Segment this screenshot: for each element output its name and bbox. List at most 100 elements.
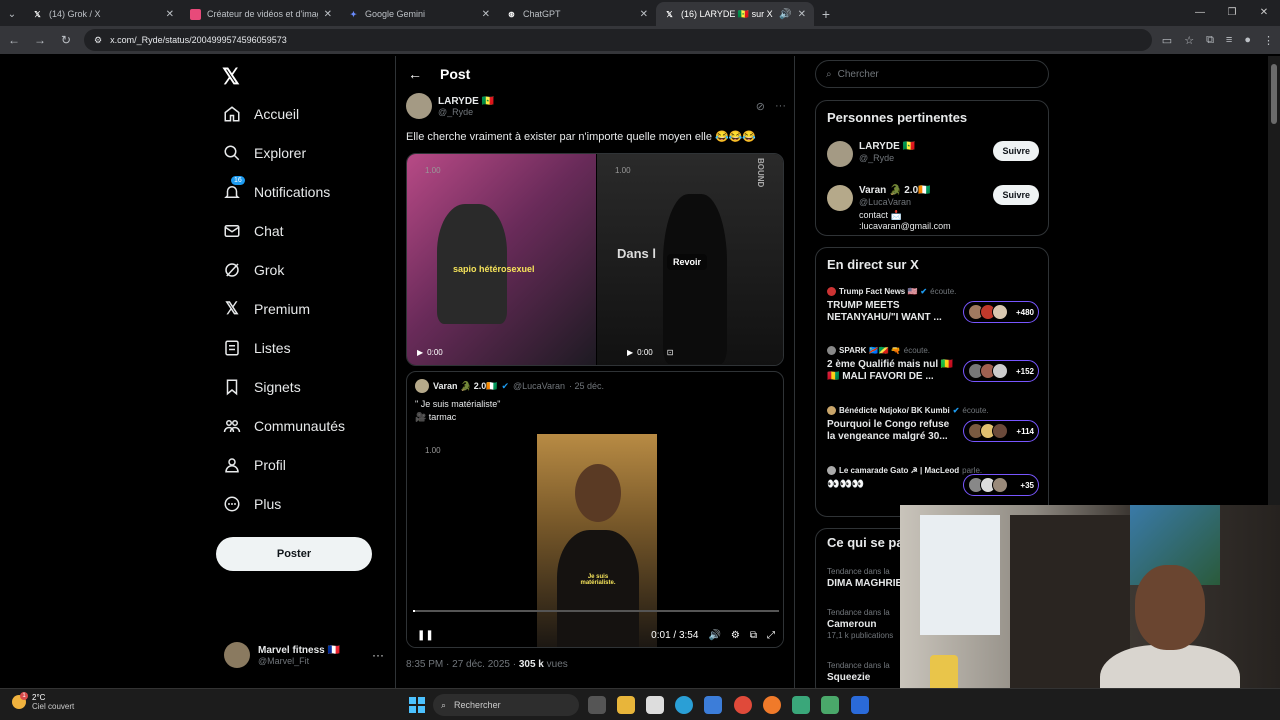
- play-icon[interactable]: ▶: [417, 348, 423, 357]
- x-logo-icon[interactable]: 𝕏: [222, 64, 240, 90]
- person-row[interactable]: LARYDE 🇸🇳 @_Ryde Suivre: [827, 141, 1039, 167]
- settings-icon[interactable]: ⚙: [731, 630, 740, 641]
- restore-icon[interactable]: ❐: [1216, 0, 1248, 26]
- chrome-icon[interactable]: [734, 696, 752, 714]
- nav-item-plus[interactable]: Plus: [222, 494, 281, 514]
- more-icon[interactable]: ···: [372, 648, 384, 662]
- trend-item[interactable]: Tendance dans la DIMA MAGHRIB: [827, 567, 903, 589]
- nav-item-chat[interactable]: Chat: [222, 221, 284, 241]
- avatar[interactable]: [406, 93, 432, 119]
- account-switcher[interactable]: Marvel fitness 🇫🇷 @Marvel_Fit ···: [224, 642, 384, 668]
- listeners-pill[interactable]: +152: [963, 360, 1039, 382]
- nav-item-explorer[interactable]: Explorer: [222, 143, 306, 163]
- trend-item[interactable]: Tendance dans la Cameroun 17,1 k publica…: [827, 608, 893, 640]
- volume-icon[interactable]: 🔊: [708, 630, 720, 641]
- menu-icon[interactable]: ⋮: [1263, 34, 1274, 47]
- fullscreen-icon[interactable]: ⤢: [767, 630, 775, 641]
- video-player[interactable]: 1.00 sapio hétérosexuel ▶ 0:00: [407, 154, 596, 365]
- close-icon[interactable]: ✕: [324, 9, 332, 20]
- live-space-item[interactable]: SPARK 🇨🇩🇨🇬 🔫 écoute. 2 ème Qualifié mais …: [827, 346, 1039, 383]
- post-timestamp[interactable]: 8:35 PM · 27 déc. 2025 ·: [406, 659, 519, 670]
- browser-tab[interactable]: Créateur de vidéos et d'images ✕: [182, 2, 340, 26]
- new-tab-button[interactable]: +: [814, 2, 838, 26]
- post-button[interactable]: Poster: [216, 537, 372, 571]
- tab-search-button[interactable]: ⌄: [0, 2, 24, 26]
- replay-button[interactable]: Revoir: [666, 254, 707, 270]
- star-icon[interactable]: ☆: [1184, 34, 1194, 47]
- nav-item-signets[interactable]: Signets: [222, 377, 301, 397]
- scrollbar-thumb[interactable]: [1271, 64, 1277, 124]
- person-row[interactable]: Varan 🐊 2.0🇨🇮 @LucaVaran contact 📩 :luca…: [827, 185, 1039, 231]
- site-info-icon[interactable]: ⚙: [94, 35, 102, 46]
- live-space-item[interactable]: Trump Fact News 🇺🇸 ✔ écoute. TRUMP MEETS N…: [827, 287, 1039, 324]
- weather-widget[interactable]: 1 2°C Ciel couvert: [12, 692, 75, 711]
- nav-item-communautes[interactable]: Communautés: [222, 416, 345, 436]
- search-input[interactable]: ⌕ Chercher: [815, 60, 1049, 88]
- store-icon[interactable]: [704, 696, 722, 714]
- listeners-pill[interactable]: +114: [963, 420, 1039, 442]
- more-icon[interactable]: ···: [775, 100, 786, 113]
- nav-item-notifications[interactable]: 16 Notifications: [222, 176, 330, 202]
- cast-icon[interactable]: ▭: [1162, 34, 1172, 47]
- captions-icon[interactable]: ⊡: [667, 348, 674, 357]
- follow-button[interactable]: Suivre: [993, 185, 1039, 205]
- file-explorer-icon[interactable]: [617, 696, 635, 714]
- video-progress-bar[interactable]: [413, 610, 779, 612]
- nav-item-profil[interactable]: Profil: [222, 455, 286, 475]
- video-time[interactable]: ▶ 0:00: [417, 348, 443, 357]
- listeners-pill[interactable]: +480: [963, 301, 1039, 323]
- play-icon[interactable]: ▶: [627, 348, 633, 357]
- person-name: Varan 🐊 2.0🇨🇮: [859, 185, 931, 196]
- media-icon[interactable]: ≡: [1226, 34, 1232, 47]
- profile-icon[interactable]: ●: [1244, 34, 1251, 47]
- back-icon[interactable]: ←: [6, 33, 22, 47]
- close-icon[interactable]: ✕: [798, 9, 806, 20]
- listeners-pill[interactable]: +35: [963, 474, 1039, 496]
- grok-icon[interactable]: ⊘: [756, 100, 765, 113]
- author-handle[interactable]: @_Ryde: [438, 107, 494, 117]
- browser-tab[interactable]: ⊛ ChatGPT ✕: [498, 2, 656, 26]
- close-icon[interactable]: ✕: [166, 9, 174, 20]
- reload-icon[interactable]: ↻: [58, 33, 74, 47]
- video-time[interactable]: ▶ 0:00 ⊡: [627, 348, 673, 357]
- avatar: [992, 304, 1008, 320]
- browser-tab[interactable]: 𝕏 (14) Grok / X ✕: [24, 2, 182, 26]
- notepad-icon[interactable]: [646, 696, 664, 714]
- close-icon[interactable]: ✕: [482, 9, 490, 20]
- quoted-post[interactable]: Varan 🐊 2.0🇨🇮 ✔ @LucaVaran · 25 déc. " J…: [406, 371, 784, 648]
- nav-item-premium[interactable]: 𝕏 Premium: [222, 299, 310, 319]
- browser-tab-active[interactable]: 𝕏 (16) LARYDE 🇸🇳 sur X : "Elle 🔊 ✕: [656, 2, 814, 26]
- nav-item-grok[interactable]: Grok: [222, 260, 284, 280]
- close-icon[interactable]: ✕: [640, 9, 648, 20]
- taskbar-search[interactable]: ⌕ Rechercher: [433, 694, 579, 716]
- nav-item-listes[interactable]: Listes: [222, 338, 291, 358]
- pip-icon[interactable]: ⧉: [750, 630, 757, 641]
- live-space-item[interactable]: Le camarade Gato ☭ | MacLeod parle. 👀👀👀 +…: [827, 466, 1039, 496]
- edge-icon[interactable]: [675, 696, 693, 714]
- weather-desc: Ciel couvert: [32, 702, 75, 711]
- search-icon: ⌕: [441, 699, 447, 710]
- trend-item[interactable]: Tendance dans la Squeezie: [827, 661, 890, 683]
- browser-tab[interactable]: ✦ Google Gemini ✕: [340, 2, 498, 26]
- task-view-icon[interactable]: [588, 696, 606, 714]
- page-title: Post: [440, 66, 471, 82]
- speaker-icon[interactable]: 🔊: [779, 9, 791, 20]
- url-field[interactable]: ⚙ x.com/_Ryde/status/2004999574596059573: [84, 29, 1152, 51]
- video-player[interactable]: 1.00 Je suis matérialiste. ❚❚ 0:01 / 3:5…: [407, 434, 783, 647]
- minimize-icon[interactable]: —: [1184, 0, 1216, 26]
- video-player[interactable]: 1.00 Dans l Revoir BOUND ▶ 0:00 ⊡: [595, 154, 783, 365]
- extensions-icon[interactable]: ⧉: [1206, 34, 1214, 47]
- live-space-item[interactable]: Bénédicte Ndjoko/ BK Kumbi ✔ écoute. Pourq…: [827, 406, 1039, 443]
- firefox-icon[interactable]: [763, 696, 781, 714]
- forward-icon[interactable]: →: [32, 33, 48, 47]
- app-icon[interactable]: [792, 696, 810, 714]
- app-icon[interactable]: [851, 696, 869, 714]
- close-window-icon[interactable]: ✕: [1248, 0, 1280, 26]
- follow-button[interactable]: Suivre: [993, 141, 1039, 161]
- pause-icon[interactable]: ❚❚: [417, 630, 434, 641]
- nav-item-accueil[interactable]: Accueil: [222, 104, 299, 124]
- author-name[interactable]: LARYDE 🇸🇳: [438, 96, 494, 107]
- app-icon[interactable]: [821, 696, 839, 714]
- back-arrow-icon[interactable]: ←: [408, 66, 422, 82]
- windows-start-icon[interactable]: [409, 697, 425, 713]
